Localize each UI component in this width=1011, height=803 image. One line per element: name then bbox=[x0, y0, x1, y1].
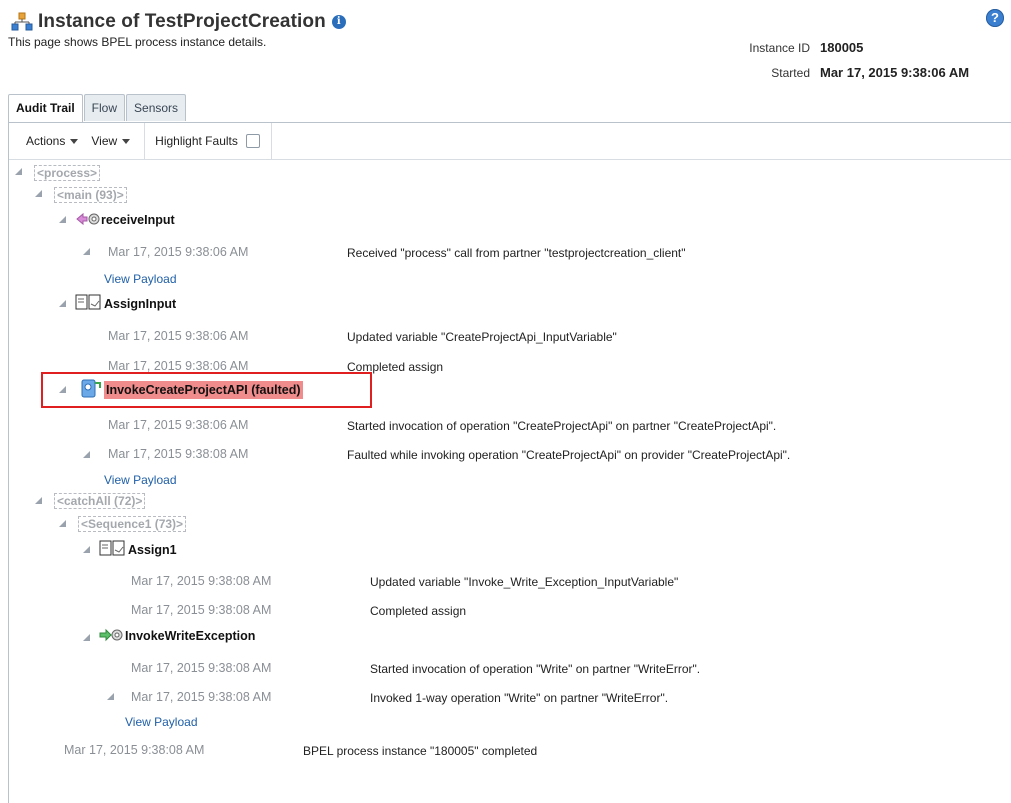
view-payload-link[interactable]: View Payload bbox=[125, 715, 198, 729]
expand-toggle-icon[interactable] bbox=[83, 546, 90, 553]
expand-toggle-icon[interactable] bbox=[107, 693, 114, 700]
actions-label: Actions bbox=[26, 134, 66, 148]
expand-toggle-icon[interactable] bbox=[35, 497, 42, 504]
receive-icon bbox=[76, 212, 100, 226]
activity-receive-input[interactable]: receiveInput bbox=[101, 212, 175, 228]
main-scope-tag[interactable]: <main (93)> bbox=[54, 187, 127, 203]
event-timestamp: Mar 17, 2015 9:38:08 AM bbox=[108, 447, 249, 461]
view-payload-link[interactable]: View Payload bbox=[104, 272, 177, 286]
highlight-faults-label: Highlight Faults bbox=[155, 134, 238, 148]
chevron-down-icon bbox=[122, 138, 131, 144]
expand-toggle-icon[interactable] bbox=[59, 520, 66, 527]
expand-toggle-icon[interactable] bbox=[59, 216, 66, 223]
tab-sensors[interactable]: Sensors bbox=[126, 94, 187, 121]
tab-bar: Audit Trail Flow Sensors bbox=[8, 94, 187, 122]
event-message: Faulted while invoking operation "Create… bbox=[347, 448, 791, 462]
expand-toggle-icon[interactable] bbox=[35, 190, 42, 197]
catchall-scope-tag[interactable]: <catchAll (72)> bbox=[54, 493, 146, 509]
activity-invoke-write-exception[interactable]: InvokeWriteException bbox=[125, 628, 255, 644]
info-icon[interactable]: i bbox=[331, 15, 346, 29]
expand-toggle-icon[interactable] bbox=[83, 451, 90, 458]
event-message: Received "process" call from partner "te… bbox=[347, 246, 686, 260]
process-scope-tag[interactable]: <process> bbox=[34, 165, 101, 181]
expand-toggle-icon[interactable] bbox=[83, 634, 90, 641]
view-payload-link[interactable]: View Payload bbox=[104, 473, 177, 487]
event-timestamp: Mar 17, 2015 9:38:08 AM bbox=[131, 603, 272, 617]
tab-audit-trail[interactable]: Audit Trail bbox=[8, 94, 83, 122]
event-timestamp: Mar 17, 2015 9:38:06 AM bbox=[108, 329, 249, 343]
event-message: Started invocation of operation "Write" … bbox=[370, 662, 701, 676]
event-message: Started invocation of operation "CreateP… bbox=[347, 419, 777, 433]
toolbar-divider bbox=[270, 123, 272, 159]
event-message: Updated variable "Invoke_Write_Exception… bbox=[370, 575, 679, 589]
actions-menu[interactable]: Actions bbox=[26, 134, 79, 148]
event-message: Updated variable "CreateProjectApi_Input… bbox=[347, 330, 617, 344]
view-label: View bbox=[91, 134, 118, 148]
view-menu[interactable]: View bbox=[91, 134, 131, 148]
expand-toggle-icon[interactable] bbox=[59, 386, 66, 393]
event-message: BPEL process instance "180005" completed bbox=[303, 744, 538, 758]
event-timestamp: Mar 17, 2015 9:38:06 AM bbox=[108, 245, 249, 259]
page-title-text: Instance of TestProjectCreation bbox=[38, 11, 326, 32]
event-message: Invoked 1-way operation "Write" on partn… bbox=[370, 691, 669, 705]
instance-id-label: Instance ID bbox=[749, 41, 810, 55]
expand-toggle-icon[interactable] bbox=[59, 300, 66, 307]
event-timestamp: Mar 17, 2015 9:38:08 AM bbox=[131, 661, 272, 675]
sequence-scope-tag[interactable]: <Sequence1 (73)> bbox=[78, 516, 187, 532]
highlight-faults: Highlight Faults bbox=[155, 134, 260, 148]
process-instance-icon bbox=[11, 12, 33, 31]
started-value: Mar 17, 2015 9:38:06 AM bbox=[820, 65, 970, 80]
help-icon[interactable]: ? bbox=[986, 9, 1004, 27]
instance-id-value: 180005 bbox=[820, 40, 864, 55]
activity-assign1[interactable]: Assign1 bbox=[128, 542, 177, 558]
event-timestamp: Mar 17, 2015 9:38:08 AM bbox=[64, 743, 205, 757]
activity-assign-input[interactable]: AssignInput bbox=[104, 296, 176, 312]
toolbar-divider bbox=[144, 123, 146, 159]
toolbar: Actions View Highlight Faults bbox=[9, 123, 1011, 160]
activity-invoke-create-project-api[interactable]: InvokeCreateProjectAPI (faulted) bbox=[104, 381, 303, 399]
started-label: Started bbox=[771, 66, 810, 80]
event-timestamp: Mar 17, 2015 9:38:08 AM bbox=[131, 690, 272, 704]
assign-icon bbox=[75, 294, 101, 310]
page-title: Instance of TestProjectCreation i bbox=[11, 10, 346, 34]
invoke-arrow-icon bbox=[99, 628, 123, 642]
event-timestamp: Mar 17, 2015 9:38:06 AM bbox=[108, 359, 249, 373]
expand-toggle-icon[interactable] bbox=[15, 168, 22, 175]
event-timestamp: Mar 17, 2015 9:38:06 AM bbox=[108, 418, 249, 432]
invoke-icon bbox=[81, 379, 101, 398]
tab-flow[interactable]: Flow bbox=[83, 94, 126, 121]
page-subtitle: This page shows BPEL process instance de… bbox=[8, 35, 267, 49]
chevron-down-icon bbox=[70, 138, 79, 144]
event-message: Completed assign bbox=[370, 604, 467, 618]
event-timestamp: Mar 17, 2015 9:38:08 AM bbox=[131, 574, 272, 588]
assign-icon bbox=[99, 540, 125, 556]
highlight-faults-checkbox[interactable] bbox=[245, 134, 260, 148]
expand-toggle-icon[interactable] bbox=[83, 248, 90, 255]
